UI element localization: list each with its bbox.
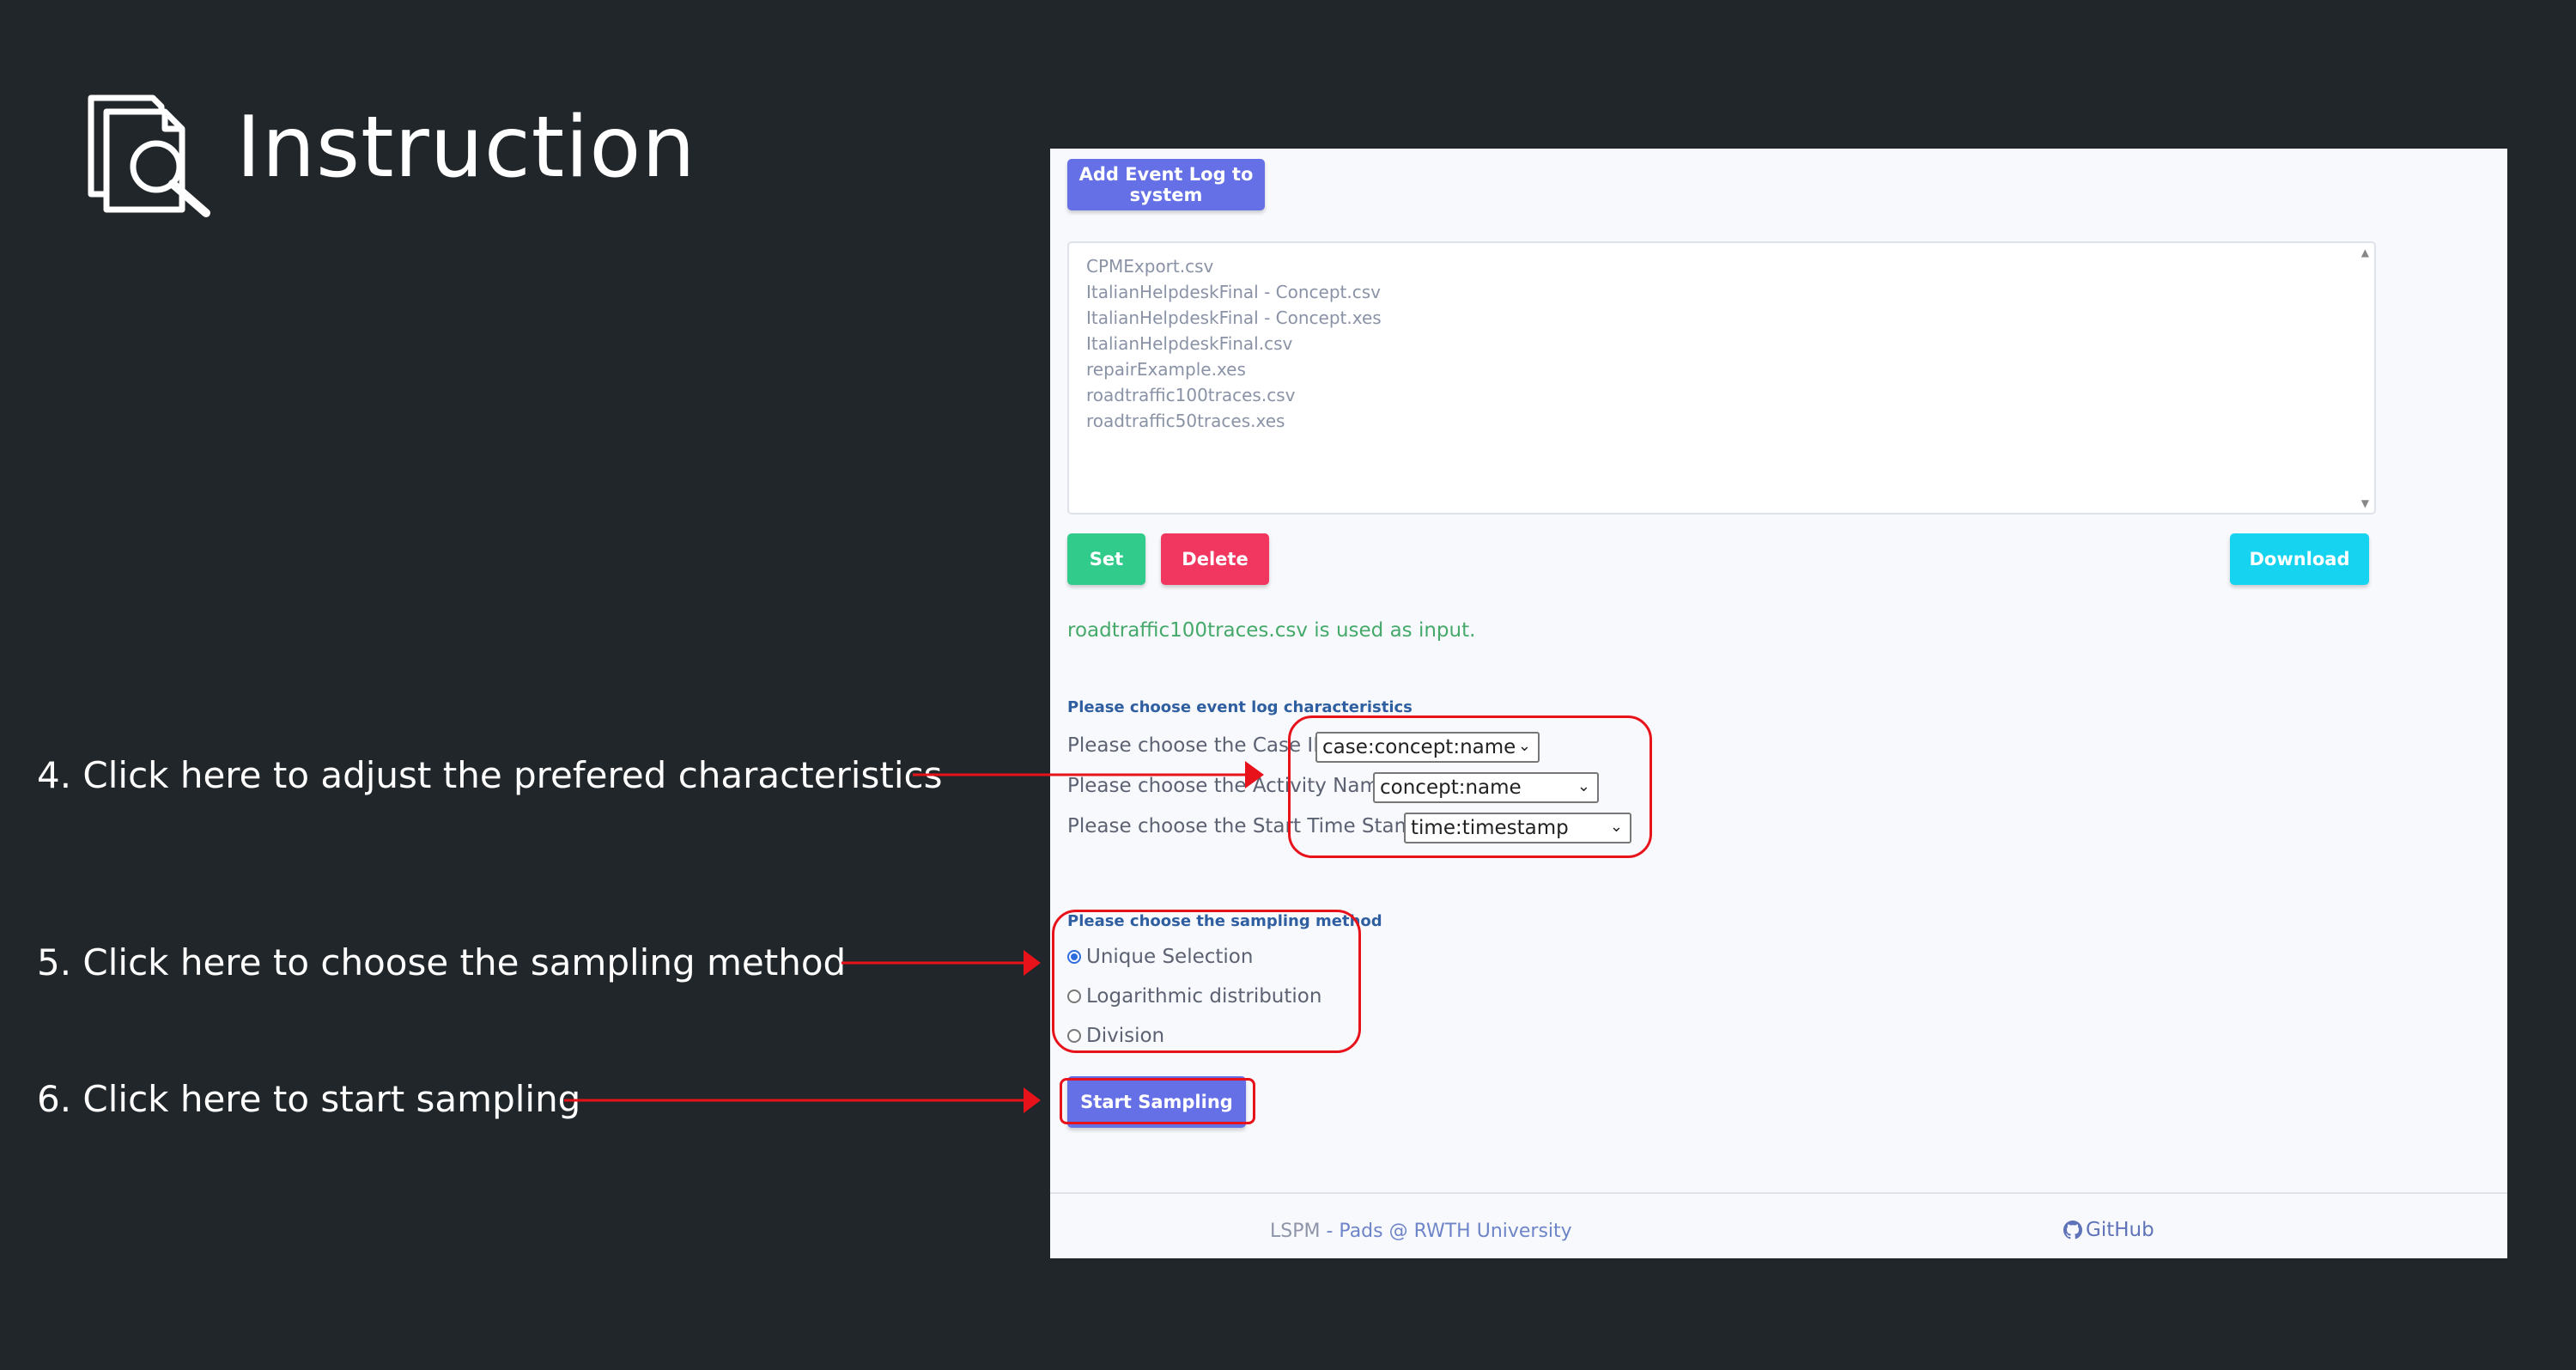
characteristics-highlight (1288, 715, 1652, 858)
instruction-note-4: 4. Click here to adjust the prefered cha… (37, 754, 943, 796)
arrow-6 (564, 1087, 1041, 1113)
footer-credit: LSPM - Pads @ RWTH University (1270, 1221, 1572, 1242)
arrow-5 (841, 950, 1041, 976)
list-item[interactable]: ItalianHelpdeskFinal - Concept.xes (1086, 305, 2357, 331)
list-item[interactable]: repairExample.xes (1086, 356, 2357, 382)
characteristics-heading: Please choose event log characteristics (1067, 698, 1413, 716)
instruction-note-6: 6. Click here to start sampling (37, 1078, 581, 1120)
list-item[interactable]: CPMExport.csv (1086, 253, 2357, 279)
github-icon (2063, 1221, 2082, 1239)
list-item[interactable]: ItalianHelpdeskFinal - Concept.csv (1086, 279, 2357, 305)
list-item[interactable]: roadtraffic50traces.xes (1086, 408, 2357, 434)
list-item[interactable]: roadtraffic100traces.csv (1086, 382, 2357, 408)
app-window: Add Event Log to system CPMExport.csv It… (1050, 149, 2507, 1258)
github-link[interactable]: GitHub (2063, 1219, 2154, 1241)
github-label: GitHub (2086, 1219, 2154, 1241)
instruction-note-5: 5. Click here to choose the sampling met… (37, 941, 847, 983)
document-search-icon (88, 94, 210, 217)
set-button[interactable]: Set (1067, 533, 1145, 585)
footer-university-link[interactable]: Pads @ RWTH University (1339, 1221, 1571, 1242)
sampling-highlight (1052, 910, 1361, 1053)
delete-button[interactable]: Delete (1161, 533, 1269, 585)
start-sampling-highlight (1060, 1078, 1255, 1124)
footer-brand: LSPM (1270, 1221, 1321, 1242)
scroll-down-icon[interactable]: ▼ (2361, 497, 2369, 509)
scroll-up-icon[interactable]: ▲ (2361, 247, 2369, 259)
download-button[interactable]: Download (2230, 533, 2369, 585)
list-item[interactable]: ItalianHelpdeskFinal.csv (1086, 331, 2357, 356)
status-message: roadtraffic100traces.csv is used as inpu… (1067, 619, 1476, 642)
add-event-log-button[interactable]: Add Event Log to system (1067, 159, 1265, 210)
slide-title: Instruction (236, 99, 696, 197)
footer-separator: - (1320, 1221, 1340, 1242)
footer: LSPM - Pads @ RWTH University GitHub (1050, 1192, 2507, 1258)
event-log-list[interactable]: CPMExport.csv ItalianHelpdeskFinal - Con… (1067, 241, 2376, 515)
